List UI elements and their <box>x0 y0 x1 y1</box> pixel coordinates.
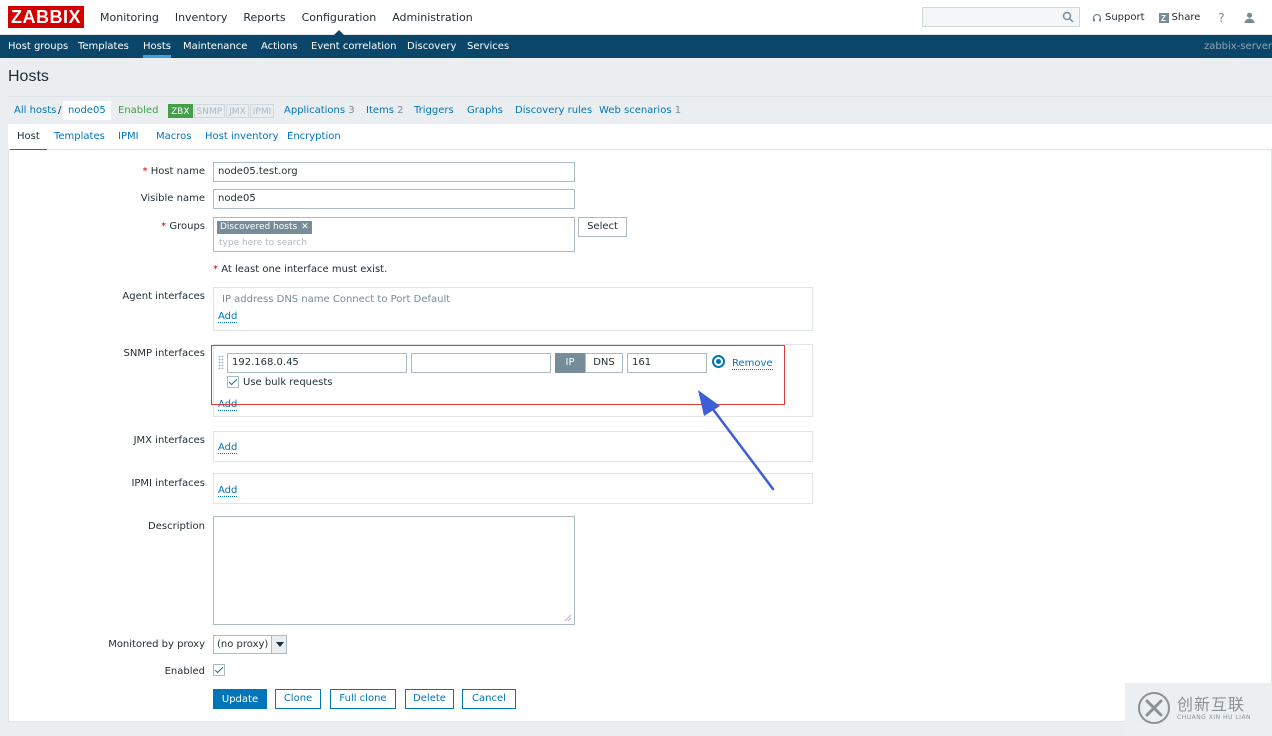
watermark-text: 创新互联 <box>1177 695 1246 714</box>
remove-group-icon[interactable]: ✕ <box>301 221 309 234</box>
zbx-badge: ZBX <box>168 104 193 118</box>
zabbix-logo[interactable]: ZABBIX <box>8 6 84 28</box>
annotation-arrow-icon <box>698 390 775 491</box>
current-host-link[interactable]: node05 <box>63 101 111 120</box>
tab-encryption[interactable]: Encryption <box>287 124 341 150</box>
page-title: Hosts <box>8 68 49 85</box>
enabled-label: Enabled <box>164 666 205 677</box>
breadcrumb-separator: / <box>58 105 62 116</box>
proxy-select[interactable]: (no proxy) <box>213 635 287 654</box>
snmp-interfaces-label: SNMP interfaces <box>123 348 205 359</box>
tab-macros[interactable]: Macros <box>156 124 191 150</box>
submenu-event-correlation[interactable]: Event correlation <box>311 35 396 58</box>
menu-reports[interactable]: Reports <box>235 0 293 35</box>
resize-handle-icon[interactable] <box>564 614 572 622</box>
jmx-badge: JMX <box>226 104 249 118</box>
user-profile-icon[interactable] <box>1242 11 1256 25</box>
user-icon <box>1244 12 1255 23</box>
server-name: zabbix-server <box>1203 41 1272 52</box>
help-icon[interactable]: ? <box>1214 11 1228 25</box>
share-link[interactable]: Z Share <box>1158 12 1200 23</box>
ipmi-badge: IPMI <box>249 104 275 118</box>
chevron-down-icon <box>271 636 286 653</box>
clone-button[interactable]: Clone <box>275 689 321 709</box>
web-scenarios-link[interactable]: Web scenarios 1 <box>599 104 681 118</box>
headset-icon <box>1092 13 1102 21</box>
proxy-label: Monitored by proxy <box>108 639 205 650</box>
sub-menu: Host groups Templates Hosts Maintenance … <box>0 35 1272 58</box>
global-search-input[interactable] <box>922 7 1080 27</box>
groups-multiselect[interactable]: Discovered hosts ✕ type here to search <box>213 217 575 252</box>
full-clone-button[interactable]: Full clone <box>330 689 396 709</box>
add-agent-interface-link[interactable]: Add <box>218 311 238 323</box>
jmx-interfaces-label: JMX interfaces <box>133 435 205 446</box>
submenu-templates[interactable]: Templates <box>78 35 129 58</box>
host-navigation: All hosts / node05 Enabled ZBX SNMP JMX … <box>8 96 1272 124</box>
groups-label: * Groups <box>161 221 205 232</box>
interface-requirement-note: * At least one interface must exist. <box>213 264 388 275</box>
tab-host-inventory[interactable]: Host inventory <box>205 124 279 150</box>
availability-badges: ZBX SNMP JMX IPMI <box>168 104 275 118</box>
cancel-button[interactable]: Cancel <box>462 689 516 709</box>
support-link[interactable]: Support <box>1092 12 1145 23</box>
menu-administration[interactable]: Administration <box>384 0 481 35</box>
items-link[interactable]: Items 2 <box>366 104 404 118</box>
watermark: 创新互联 CHUANG XIN HU LIAN <box>1125 683 1272 736</box>
snmp-badge: SNMP <box>193 104 226 118</box>
menu-inventory[interactable]: Inventory <box>167 0 236 35</box>
host-name-input[interactable]: node05.test.org <box>213 162 575 182</box>
all-hosts-link[interactable]: All hosts <box>14 104 56 118</box>
agent-interfaces-label: Agent interfaces <box>122 291 205 302</box>
svg-text:Z: Z <box>1161 14 1166 23</box>
menu-configuration[interactable]: Configuration <box>294 0 385 36</box>
host-form: * Host name node05.test.org Visible name… <box>8 150 1272 722</box>
share-icon: Z <box>1158 12 1169 23</box>
update-button[interactable]: Update <box>213 689 267 709</box>
interface-headers: IP address DNS name Connect to Port Defa… <box>222 294 451 305</box>
search-icon[interactable] <box>1062 11 1074 23</box>
top-bar: ZABBIX Monitoring Inventory Reports Conf… <box>0 0 1272 36</box>
add-ipmi-interface-link[interactable]: Add <box>218 485 238 497</box>
form-tabs: Host Templates IPMI Macros Host inventor… <box>8 124 1272 151</box>
discovery-rules-link[interactable]: Discovery rules <box>515 104 592 118</box>
ipmi-interfaces-label: IPMI interfaces <box>131 478 205 489</box>
submenu-actions[interactable]: Actions <box>261 35 298 58</box>
applications-link[interactable]: Applications 3 <box>284 104 355 118</box>
visible-name-input[interactable]: node05 <box>213 189 575 209</box>
tab-templates[interactable]: Templates <box>54 124 105 150</box>
triggers-link[interactable]: Triggers <box>414 104 454 118</box>
submenu-hosts[interactable]: Hosts <box>143 35 171 58</box>
host-name-label: * Host name <box>142 166 206 177</box>
description-textarea[interactable] <box>213 516 575 625</box>
add-jmx-interface-link[interactable]: Add <box>218 442 238 454</box>
tab-host[interactable]: Host <box>10 124 47 151</box>
submenu-services[interactable]: Services <box>467 35 509 58</box>
visible-name-label: Visible name <box>140 193 205 204</box>
description-label: Description <box>148 521 205 532</box>
submenu-host-groups[interactable]: Host groups <box>8 35 68 58</box>
submenu-discovery[interactable]: Discovery <box>407 35 456 58</box>
main-menu: Monitoring Inventory Reports Configurati… <box>92 0 481 36</box>
graphs-link[interactable]: Graphs <box>467 104 503 118</box>
agent-interfaces-box: IP address DNS name Connect to Port Defa… <box>213 287 813 331</box>
groups-search-input[interactable]: type here to search <box>219 238 307 248</box>
tab-ipmi[interactable]: IPMI <box>118 124 139 150</box>
group-tag: Discovered hosts ✕ <box>217 221 312 234</box>
watermark-logo-icon <box>1138 692 1170 724</box>
watermark-subtext: CHUANG XIN HU LIAN <box>1177 714 1252 721</box>
enabled-checkbox[interactable] <box>213 664 225 676</box>
top-links: Support Z Share ? <box>1092 0 1272 35</box>
delete-button[interactable]: Delete <box>405 689 454 709</box>
select-groups-button[interactable]: Select <box>578 217 627 237</box>
menu-monitoring[interactable]: Monitoring <box>92 0 167 35</box>
submenu-maintenance[interactable]: Maintenance <box>183 35 247 58</box>
host-status[interactable]: Enabled <box>118 104 158 118</box>
